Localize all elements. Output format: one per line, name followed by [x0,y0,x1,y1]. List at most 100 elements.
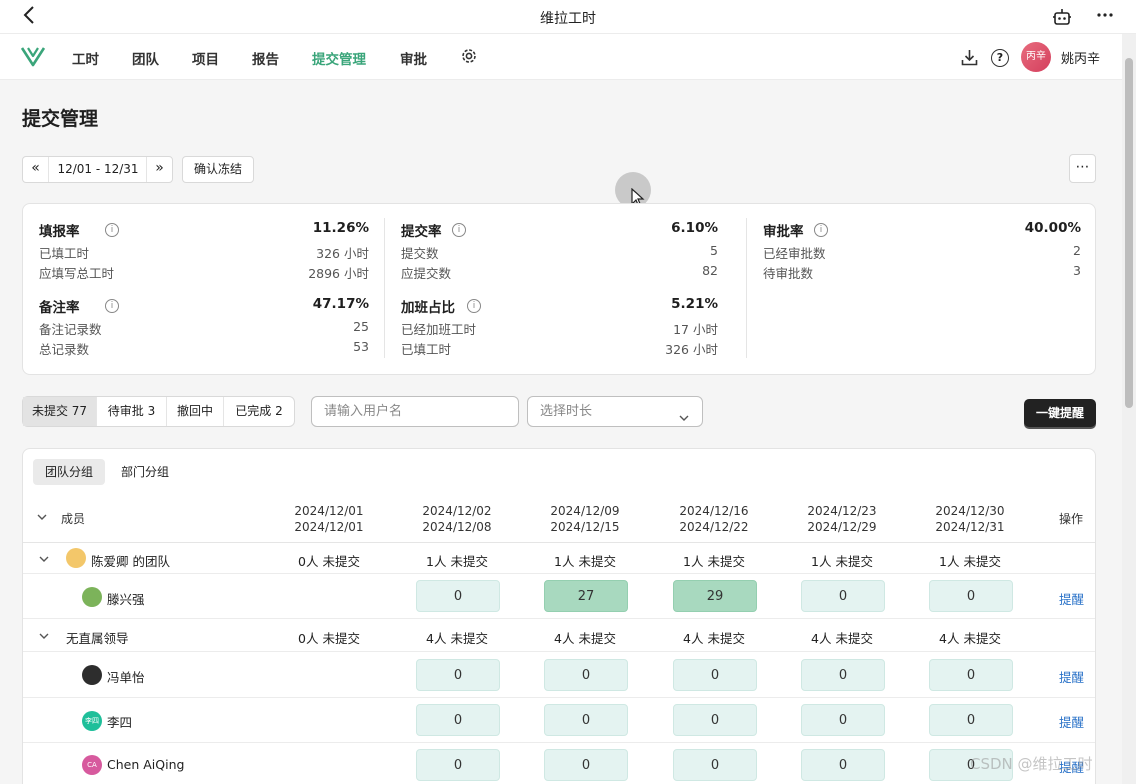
help-icon[interactable]: ? [991,49,1009,67]
stat-title: 填报率 [39,224,80,240]
member-avatar [82,665,102,685]
info-icon[interactable]: i [105,223,119,237]
week-column-header: 2024/12/30 2024/12/31 [915,503,1025,535]
member-name: 滕兴强 [107,592,145,607]
more-icon[interactable] [1096,4,1114,29]
scrollbar-thumb[interactable] [1125,58,1133,408]
hours-cell[interactable]: 27 [544,580,628,612]
stat-row-value: 326 小时 [665,342,718,357]
nav-item-team[interactable]: 团队 [132,48,159,68]
info-icon[interactable]: i [452,223,466,237]
unsubmitted-count: 1人 未提交 [939,554,1001,569]
hours-cell[interactable]: 29 [673,580,757,612]
info-icon[interactable]: i [467,299,481,313]
unsubmitted-count: 0人 未提交 [298,554,360,569]
submission-table-card: 团队分组 部门分组 成员 2024/12/01 2024/12/01 2024/1… [22,448,1096,784]
remind-link[interactable]: 提醒 [1059,712,1084,731]
stat-row-label: 应填写总工时 [39,266,115,281]
more-options-button[interactable]: ⋯ [1069,154,1096,183]
hours-cell[interactable]: 0 [673,749,757,781]
unsubmitted-count: 1人 未提交 [811,554,873,569]
prev-period-button[interactable]: « [23,157,49,182]
week-start: 2024/12/09 [550,504,620,518]
info-icon[interactable]: i [814,223,828,237]
nav-item-submission-management[interactable]: 提交管理 [312,48,366,68]
nav-item-reports[interactable]: 报告 [252,48,279,68]
divider [384,218,385,358]
filter-tab-not-submitted[interactable]: 未提交 77 [23,397,97,426]
top-nav: 工时 团队 项目 报告 提交管理 审批 ? 丙辛 姚丙辛 [0,34,1122,80]
collapse-all-icon[interactable] [37,511,47,521]
robot-icon[interactable] [1052,7,1072,27]
member-column-header: 成员 [61,512,86,526]
date-range-picker: « 12/01 - 12/31 » [22,156,173,183]
stats-card: 填报率 i 11.26% 已填工时 326 小时 应填写总工时 2896 小时 提交率 i… [22,203,1096,375]
unsubmitted-count: 1人 未提交 [426,554,488,569]
hours-cell[interactable]: 0 [416,659,500,691]
member-avatar: CA [82,755,102,775]
nav-item-hours[interactable]: 工时 [72,48,99,68]
hours-cell[interactable]: 0 [673,659,757,691]
username-search-input[interactable]: 请输入用户名 [311,396,519,427]
hours-cell[interactable]: 0 [544,704,628,736]
team-group-row[interactable]: 陈爱卿 的团队 0人 未提交 1人 未提交 1人 未提交 1人 未提交 1人 未… [23,544,1095,574]
filter-tab-withdrawing[interactable]: 撤回中 [167,397,224,426]
hours-cell[interactable]: 0 [801,704,885,736]
member-row: CA Chen AiQing 0 0 0 0 0 提醒 [23,744,1095,784]
remind-link[interactable]: 提醒 [1059,589,1084,608]
stat-row-label: 应提交数 [401,266,452,281]
unsubmitted-count: 4人 未提交 [811,631,873,646]
team-name: 无直属领导 [66,631,129,646]
hours-cell[interactable]: 0 [801,659,885,691]
gear-icon[interactable] [460,47,478,65]
week-start: 2024/12/01 [294,504,364,518]
week-start: 2024/12/23 [807,504,877,518]
stat-row-value: 5 [710,243,718,258]
tab-group-by-team[interactable]: 团队分组 [33,459,106,485]
stat-overtime-ratio: 加班占比 i 5.21% 已经加班工时 17 小时 已填工时 326 小时 [401,296,718,357]
team-emoji-avatar [66,548,86,568]
duration-select[interactable]: 选择时长 [527,396,703,427]
week-start: 2024/12/02 [422,504,492,518]
hours-cell[interactable]: 0 [544,749,628,781]
stat-value: 47.17% [312,296,369,312]
nav-item-approval[interactable]: 审批 [400,48,427,68]
date-range-label[interactable]: 12/01 - 12/31 [49,157,147,182]
info-icon[interactable]: i [105,299,119,313]
watermark: CSDN @维拉工时 [970,755,1093,773]
next-period-button[interactable]: » [146,157,172,182]
hours-cell[interactable]: 0 [673,704,757,736]
member-name: 李四 [107,715,133,730]
hours-cell[interactable]: 0 [929,580,1013,612]
nav-item-projects[interactable]: 项目 [192,48,219,68]
filter-tab-pending-approval[interactable]: 待审批 3 [97,397,167,426]
hours-cell[interactable]: 0 [544,659,628,691]
remind-all-button[interactable]: 一键提醒 [1024,399,1096,427]
logo-icon[interactable] [20,44,46,68]
week-end: 2024/12/01 [294,520,364,534]
stat-submit-rate: 提交率 i 6.10% 提交数 5 应提交数 82 [401,220,718,281]
hours-cell[interactable]: 0 [416,580,500,612]
hours-cell[interactable]: 0 [929,659,1013,691]
chevron-down-icon[interactable] [39,553,49,563]
hours-cell[interactable]: 0 [801,580,885,612]
remind-link[interactable]: 提醒 [1059,667,1084,686]
unsubmitted-count: 4人 未提交 [426,631,488,646]
page-scrollbar[interactable] [1122,34,1136,784]
user-name[interactable]: 姚丙辛 [1061,48,1100,67]
hours-cell[interactable]: 0 [416,749,500,781]
confirm-freeze-button[interactable]: 确认冻结 [182,156,254,183]
hours-cell[interactable]: 0 [416,704,500,736]
filter-tab-completed[interactable]: 已完成 2 [224,397,294,426]
hours-cell[interactable]: 0 [929,704,1013,736]
hours-cell[interactable]: 0 [801,749,885,781]
stat-value: 40.00% [1024,220,1081,236]
user-avatar[interactable]: 丙辛 [1021,42,1051,72]
duration-select-placeholder: 选择时长 [540,404,593,419]
download-icon[interactable] [961,49,978,66]
unsubmitted-count: 4人 未提交 [683,631,745,646]
chevron-down-icon[interactable] [39,630,49,640]
team-group-row[interactable]: 无直属领导 0人 未提交 4人 未提交 4人 未提交 4人 未提交 4人 未提交… [23,620,1095,652]
action-column-header: 操作 [1059,512,1084,526]
tab-group-by-department[interactable]: 部门分组 [109,459,181,485]
